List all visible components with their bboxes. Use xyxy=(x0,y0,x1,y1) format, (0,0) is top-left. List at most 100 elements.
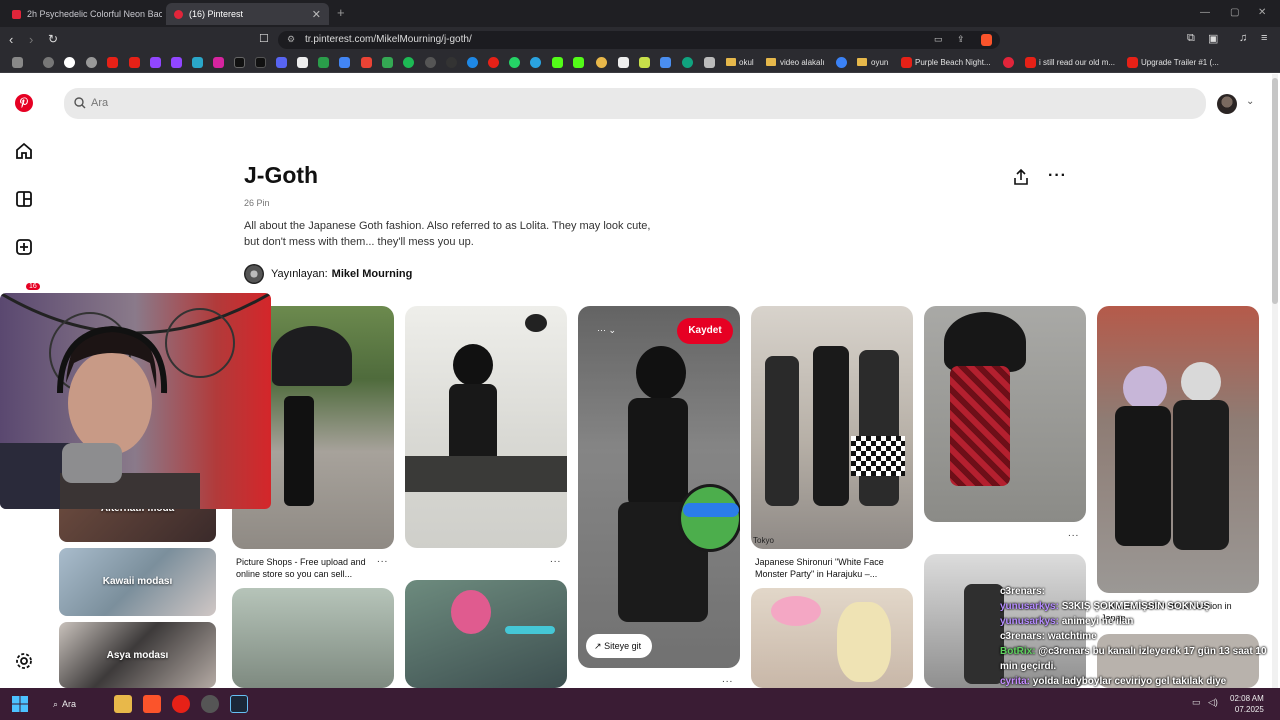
history-bookmark-icon[interactable] xyxy=(43,57,54,68)
sheets-bookmark-icon[interactable] xyxy=(382,57,393,68)
avatar[interactable] xyxy=(1217,94,1237,114)
x-bookmark-icon[interactable] xyxy=(234,57,245,68)
site-bookmark-icon[interactable] xyxy=(192,57,203,68)
cast-icon[interactable]: ▭ xyxy=(934,34,943,45)
windows-start-icon[interactable] xyxy=(12,696,28,712)
translate-bookmark-icon[interactable] xyxy=(339,57,350,68)
settings-icon[interactable] xyxy=(14,651,34,671)
pin-more-options[interactable]: ... xyxy=(550,554,561,565)
reload-icon[interactable]: ↻ xyxy=(48,32,58,46)
new-tab-button[interactable]: + xyxy=(337,5,345,20)
site-info-icon[interactable]: ⚙ xyxy=(287,34,295,45)
site-bookmark-icon[interactable] xyxy=(425,57,436,68)
maximize-button[interactable]: ▢ xyxy=(1230,7,1239,18)
media-icon[interactable]: ♫ xyxy=(1239,32,1247,44)
url-field[interactable]: ⚙ tr.pinterest.com/MikelMourning/j-goth/… xyxy=(278,31,1000,49)
pin-image-hovered[interactable] xyxy=(578,306,740,668)
more-options-icon[interactable]: ··· xyxy=(1048,167,1067,185)
create-icon[interactable] xyxy=(14,237,34,257)
github-bookmark-icon[interactable] xyxy=(446,57,457,68)
back-icon[interactable]: ‹ xyxy=(9,32,13,47)
steam-icon[interactable] xyxy=(230,695,248,713)
site-bookmark-icon[interactable] xyxy=(618,57,629,68)
pin-image[interactable] xyxy=(405,580,567,688)
forward-icon[interactable]: › xyxy=(29,32,33,47)
bookmark-upgrade-trailer[interactable]: Upgrade Trailer #1 (... xyxy=(1141,58,1219,67)
publisher-name[interactable]: Mikel Mourning xyxy=(332,268,413,280)
pin-caption[interactable]: Japanese Shironuri "White Face Monster P… xyxy=(755,556,905,580)
site-bookmark-icon[interactable] xyxy=(488,57,499,68)
pin-image[interactable] xyxy=(1097,306,1259,593)
google-bookmark-icon[interactable] xyxy=(64,57,75,68)
site-bookmark-icon[interactable] xyxy=(660,57,671,68)
home-icon[interactable] xyxy=(14,141,34,161)
publisher-avatar[interactable] xyxy=(244,264,264,284)
kick-bookmark-icon[interactable] xyxy=(573,57,584,68)
pin-image[interactable]: Tokyo xyxy=(751,306,913,549)
youtube-app-icon[interactable] xyxy=(172,695,190,713)
share-icon[interactable] xyxy=(1012,168,1030,186)
discord-bookmark-icon[interactable] xyxy=(276,57,287,68)
pin-more-options[interactable]: ... xyxy=(722,674,733,685)
site-bookmark-icon[interactable] xyxy=(1003,57,1014,68)
kick-bookmark-icon[interactable] xyxy=(552,57,563,68)
browser-tab-pinterest[interactable]: (16) Pinterest ✕ xyxy=(166,3,329,25)
bookmark-still-read[interactable]: i still read our old m... xyxy=(1039,58,1115,67)
minimize-button[interactable]: — xyxy=(1200,7,1210,18)
explore-icon[interactable] xyxy=(14,189,34,209)
chevron-down-icon[interactable]: ⌄ xyxy=(1246,96,1254,107)
gmail-bookmark-icon[interactable] xyxy=(361,57,372,68)
pin-more-options[interactable]: ... xyxy=(377,554,388,565)
tiktok-bookmark-icon[interactable] xyxy=(255,57,266,68)
youtube-bookmark-icon[interactable] xyxy=(129,57,140,68)
site-bookmark-icon[interactable] xyxy=(639,57,650,68)
pin-image[interactable] xyxy=(751,588,913,688)
publisher[interactable]: Yayınlayan: Mikel Mourning xyxy=(244,264,412,284)
visit-site-button[interactable]: ↗ Siteye git xyxy=(586,634,652,658)
site-bookmark-icon[interactable] xyxy=(467,57,478,68)
browser-tab-psychedelic[interactable]: 2h Psychedelic Colorful Neon Backgr xyxy=(4,3,162,25)
pin-image[interactable] xyxy=(232,588,394,688)
menu-icon[interactable]: ≡ xyxy=(1261,32,1267,44)
site-bookmark-icon[interactable] xyxy=(297,57,308,68)
side-board-kawaii[interactable]: Kawaii modası xyxy=(59,548,216,616)
twitch-bookmark-icon[interactable] xyxy=(150,57,161,68)
save-button[interactable]: Kaydet xyxy=(677,318,733,344)
obs-icon[interactable] xyxy=(201,695,219,713)
pin-image[interactable] xyxy=(405,306,567,548)
site-bookmark-icon[interactable] xyxy=(318,57,329,68)
close-tab-icon[interactable]: ✕ xyxy=(312,8,321,21)
share-icon[interactable]: ⇪ xyxy=(957,34,965,45)
site-bookmark-icon[interactable] xyxy=(682,57,693,68)
bookmark-folder-oyun[interactable]: oyun xyxy=(871,58,888,67)
spotify-bookmark-icon[interactable] xyxy=(403,57,414,68)
instagram-bookmark-icon[interactable] xyxy=(213,57,224,68)
site-bookmark-icon[interactable] xyxy=(704,57,715,68)
taskbar-clock[interactable]: 02:08 AM 07.2025 xyxy=(1230,693,1264,715)
twitch-bookmark-icon[interactable] xyxy=(171,57,182,68)
taskbar-search[interactable]: ⌕ Ara xyxy=(53,695,103,713)
chatgpt-bookmark-icon[interactable] xyxy=(86,57,97,68)
whatsapp-bookmark-icon[interactable] xyxy=(509,57,520,68)
pin-caption[interactable]: Picture Shops - Free upload and online s… xyxy=(236,556,382,580)
file-explorer-icon[interactable] xyxy=(114,695,132,713)
volume-icon[interactable]: ◁) xyxy=(1208,697,1218,708)
site-bookmark-icon[interactable] xyxy=(596,57,607,68)
side-board-asya[interactable]: Asya modası xyxy=(59,622,216,688)
board-select-chevron-icon[interactable]: ··· ⌄ xyxy=(597,325,616,336)
extensions-icon[interactable]: ⧉ xyxy=(1187,32,1195,45)
site-bookmark-icon[interactable] xyxy=(836,57,847,68)
brave-icon[interactable] xyxy=(143,695,161,713)
network-icon[interactable]: ▭ xyxy=(1192,697,1201,708)
telegram-bookmark-icon[interactable] xyxy=(530,57,541,68)
close-window-button[interactable]: ✕ xyxy=(1258,7,1266,18)
bookmark-folder-video[interactable]: video alakalı xyxy=(780,58,824,67)
search-input[interactable]: Ara xyxy=(64,88,1206,119)
bookmark-folder-okul[interactable]: okul xyxy=(739,58,754,67)
brave-shield-icon[interactable] xyxy=(981,34,992,46)
youtube-bookmark-icon[interactable] xyxy=(107,57,118,68)
scrollbar-thumb[interactable] xyxy=(1272,78,1278,304)
wallet-icon[interactable]: ▣ xyxy=(1208,32,1218,45)
pin-image[interactable] xyxy=(924,306,1086,522)
pinterest-logo-icon[interactable] xyxy=(14,93,34,113)
